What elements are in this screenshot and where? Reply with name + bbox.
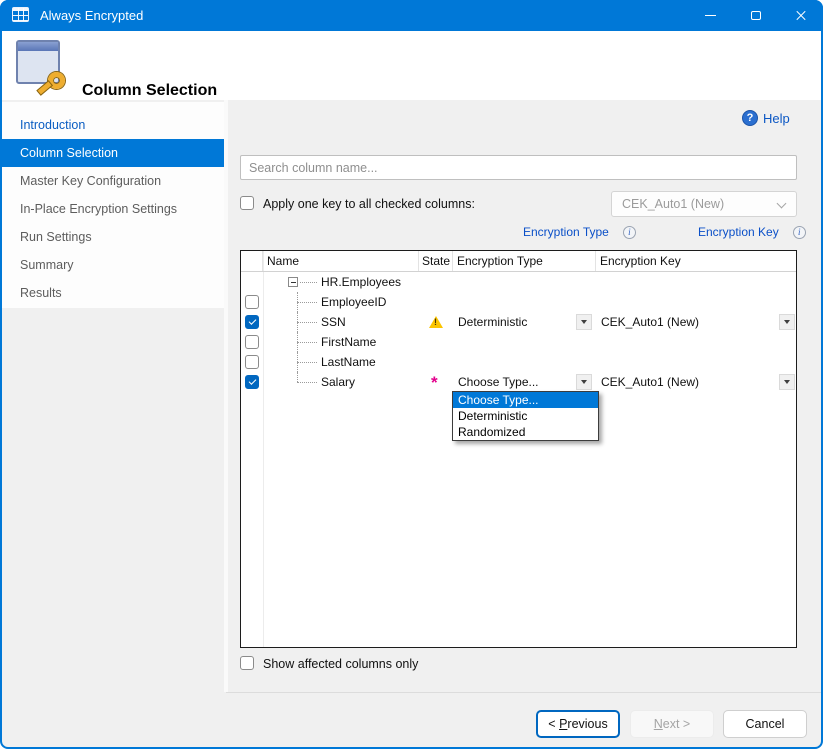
dropdown-option-randomized[interactable]: Randomized <box>453 424 598 440</box>
sidebar-divider <box>224 100 228 692</box>
column-name: FirstName <box>321 335 376 349</box>
encryption-key-dropdown-button[interactable] <box>779 374 795 390</box>
sidebar-item-column-selection[interactable]: Column Selection <box>2 139 224 167</box>
chevron-down-icon <box>777 199 787 209</box>
required-asterisk-icon <box>431 373 438 393</box>
row-checkbox-employeeid[interactable] <box>245 295 259 309</box>
encryption-type-dropdown-list: Choose Type... Deterministic Randomized <box>452 391 599 441</box>
info-icon[interactable] <box>623 226 636 239</box>
encryption-key-value[interactable]: CEK_Auto1 (New) <box>601 315 699 329</box>
wizard-header: Column Selection <box>2 31 821 100</box>
maximize-button[interactable] <box>733 0 778 31</box>
wizard-steps-sidebar: Introduction Column Selection Master Key… <box>2 100 224 692</box>
show-affected-checkbox[interactable] <box>240 656 254 670</box>
row-checkbox-firstname[interactable] <box>245 335 259 349</box>
encryption-key-dropdown-button[interactable] <box>779 314 795 330</box>
table-row: SSN Deterministic CEK_Auto1 (New) <box>241 312 796 332</box>
wizard-steps-list: Introduction Column Selection Master Key… <box>2 102 224 308</box>
tree-line <box>300 282 317 283</box>
page-title: Column Selection <box>82 82 217 100</box>
row-checkbox-ssn[interactable] <box>245 315 259 329</box>
sidebar-item-introduction[interactable]: Introduction <box>2 111 224 139</box>
row-checkbox-lastname[interactable] <box>245 355 259 369</box>
apply-one-key-label: Apply one key to all checked columns: <box>263 197 475 211</box>
columns-table: Name State Encryption Type Encryption Ke… <box>240 250 797 648</box>
encryption-type-dropdown-button[interactable] <box>576 374 592 390</box>
next-button[interactable]: Next > <box>630 710 714 738</box>
header-encryption-key: Encryption Key <box>596 251 796 271</box>
table-row: LastName <box>241 352 796 372</box>
encryption-type-dropdown-button[interactable] <box>576 314 592 330</box>
encryption-type-value[interactable]: Choose Type... <box>458 375 539 389</box>
column-name: EmployeeID <box>321 295 386 309</box>
apply-one-key-checkbox[interactable] <box>240 196 254 210</box>
column-name: LastName <box>321 355 376 369</box>
minimize-icon <box>705 15 716 16</box>
dropdown-arrow-icon <box>581 380 587 384</box>
footer-divider <box>226 692 821 693</box>
warning-icon <box>429 316 443 328</box>
app-icon <box>12 7 29 22</box>
encryption-type-link[interactable]: Encryption Type <box>523 225 609 239</box>
table-header-row: Name State Encryption Type Encryption Ke… <box>241 251 796 272</box>
encryption-type-value[interactable]: Deterministic <box>458 315 527 329</box>
apply-key-dropdown[interactable]: CEK_Auto1 (New) <box>611 191 797 217</box>
sidebar-item-in-place-encryption-settings[interactable]: In-Place Encryption Settings <box>2 195 224 223</box>
dropdown-arrow-icon <box>784 380 790 384</box>
previous-button[interactable]: < Previous <box>536 710 620 738</box>
maximize-icon <box>751 11 761 20</box>
always-encrypted-wizard-window: Always Encrypted Column Selection Introd… <box>0 0 823 749</box>
close-button[interactable] <box>778 0 823 31</box>
cancel-button[interactable]: Cancel <box>723 710 807 738</box>
sidebar-item-master-key-configuration[interactable]: Master Key Configuration <box>2 167 224 195</box>
header-encryption-type: Encryption Type <box>453 251 596 271</box>
table-row: FirstName <box>241 332 796 352</box>
help-link[interactable]: Help <box>742 110 790 126</box>
column-name: SSN <box>321 315 346 329</box>
header-name: Name <box>263 251 419 271</box>
tree-collapse-icon[interactable] <box>288 277 298 287</box>
table-key-icon <box>16 40 62 86</box>
help-icon <box>742 110 758 126</box>
title-bar: Always Encrypted <box>0 0 823 31</box>
table-row-group: HR.Employees <box>241 272 796 292</box>
table-row: EmployeeID <box>241 292 796 312</box>
tree-line <box>297 372 298 382</box>
search-input[interactable] <box>240 155 797 180</box>
table-row: Salary Choose Type... CEK_Auto1 (New) <box>241 372 796 392</box>
sidebar-item-run-settings[interactable]: Run Settings <box>2 223 224 251</box>
encryption-key-link-group: Encryption Key <box>698 225 806 239</box>
dropdown-option-choose-type[interactable]: Choose Type... <box>453 392 598 408</box>
dropdown-arrow-icon <box>784 320 790 324</box>
encryption-key-value[interactable]: CEK_Auto1 (New) <box>601 375 699 389</box>
sidebar-item-results[interactable]: Results <box>2 279 224 307</box>
minimize-button[interactable] <box>688 0 733 31</box>
info-icon[interactable] <box>793 226 806 239</box>
table-group-name: HR.Employees <box>321 275 401 289</box>
row-checkbox-salary[interactable] <box>245 375 259 389</box>
encryption-key-link[interactable]: Encryption Key <box>698 225 779 239</box>
dropdown-arrow-icon <box>581 320 587 324</box>
column-name: Salary <box>321 375 355 389</box>
header-state: State <box>419 251 453 271</box>
show-affected-label: Show affected columns only <box>263 657 418 671</box>
encryption-type-link-group: Encryption Type <box>523 225 636 239</box>
dropdown-option-deterministic[interactable]: Deterministic <box>453 408 598 424</box>
sidebar-item-summary[interactable]: Summary <box>2 251 224 279</box>
help-label: Help <box>763 111 790 126</box>
window-title: Always Encrypted <box>40 8 143 23</box>
apply-key-dropdown-value: CEK_Auto1 (New) <box>622 197 724 211</box>
